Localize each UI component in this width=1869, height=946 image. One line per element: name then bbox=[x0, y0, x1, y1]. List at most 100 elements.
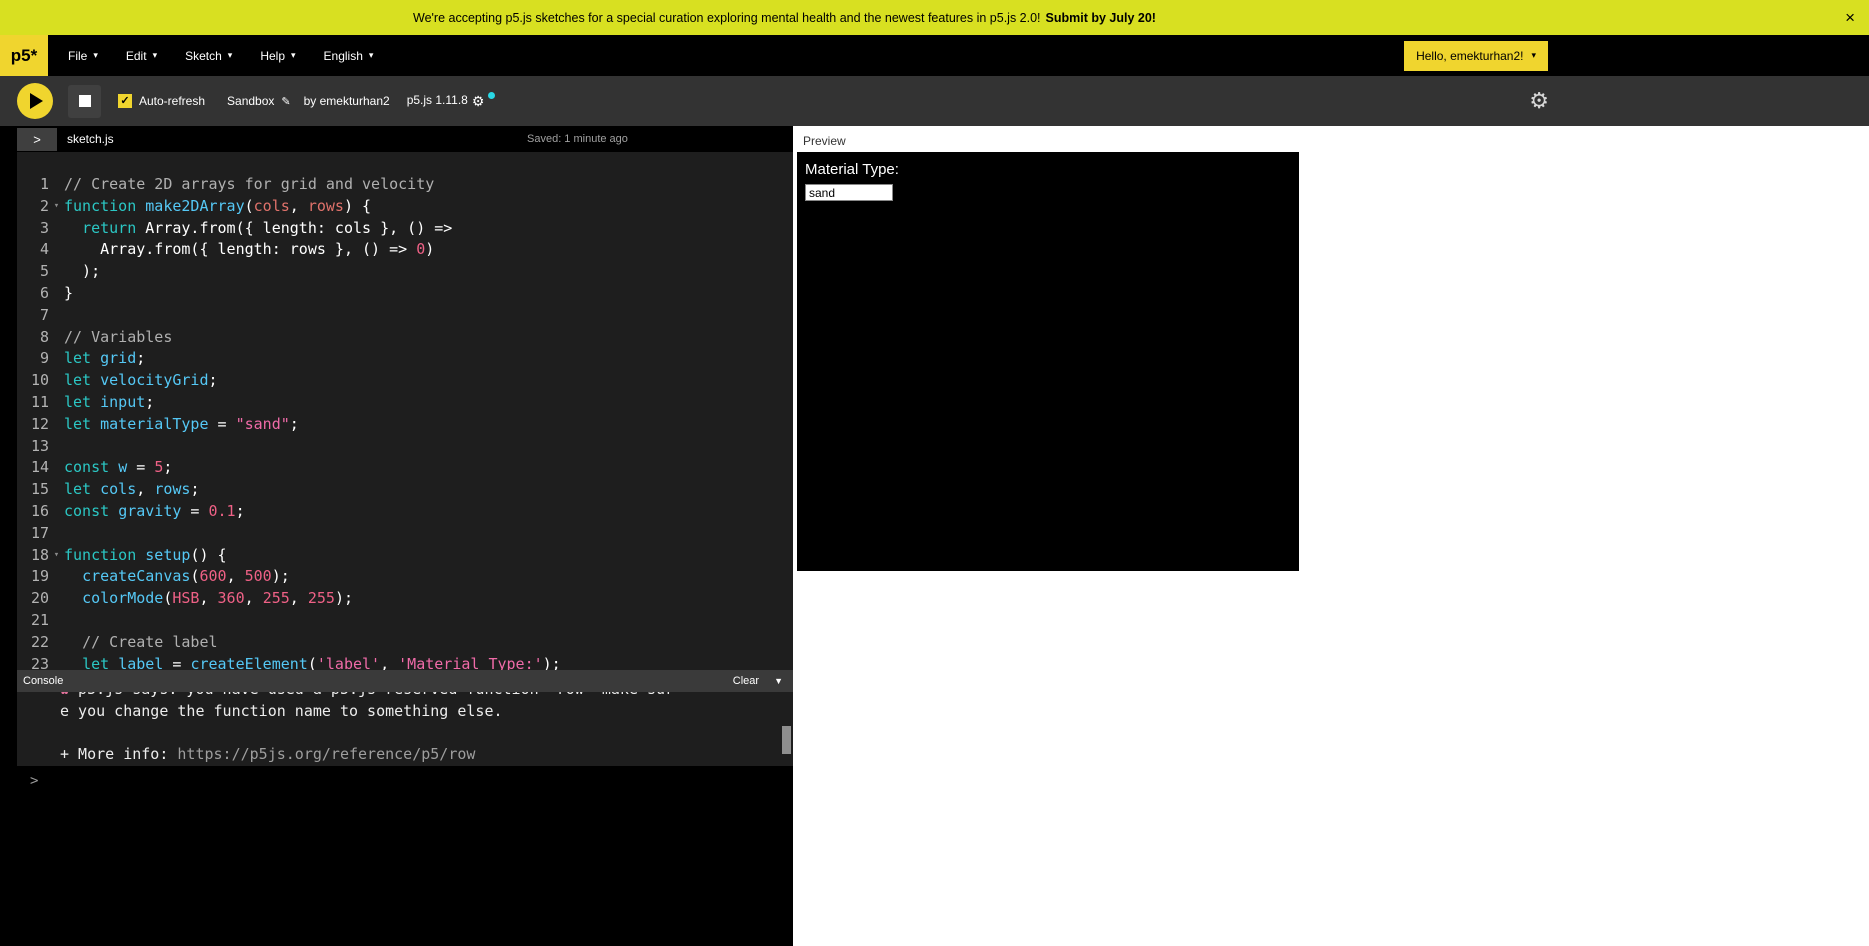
p5-version: p5.js 1.11.8 ⚙ bbox=[407, 93, 496, 110]
line-number: 1 bbox=[17, 174, 49, 196]
account-button[interactable]: Hello, emekturhan2! ▾ bbox=[1404, 41, 1548, 71]
code-line-5[interactable]: 5 ); bbox=[17, 261, 793, 283]
console-link[interactable]: https://p5js.org/reference/p5/row bbox=[177, 745, 475, 763]
code-line-14[interactable]: 14const w = 5; bbox=[17, 457, 793, 479]
fold-arrow-icon[interactable]: ▾ bbox=[49, 196, 64, 218]
console-scrollbar-thumb[interactable] bbox=[782, 726, 791, 754]
console-prompt[interactable]: > bbox=[17, 766, 793, 946]
code-text: // Create 2D arrays for grid and velocit… bbox=[64, 174, 434, 196]
fold-gutter bbox=[49, 610, 64, 632]
code-line-17[interactable]: 17 bbox=[17, 523, 793, 545]
account-button-label: Hello, emekturhan2! bbox=[1416, 49, 1523, 63]
fold-gutter bbox=[49, 174, 64, 196]
settings-gear-icon[interactable]: ⚙ bbox=[1529, 88, 1549, 114]
code-text: let grid; bbox=[64, 348, 145, 370]
menu-sketch[interactable]: Sketch▾ bbox=[171, 35, 246, 76]
menu-label: English bbox=[324, 49, 363, 63]
menu-label: File bbox=[68, 49, 87, 63]
fold-arrow-icon[interactable]: ▾ bbox=[49, 545, 64, 567]
play-icon bbox=[30, 93, 43, 109]
console-line: + More info: https://p5js.org/reference/… bbox=[60, 744, 793, 766]
code-editor[interactable]: 1 // Create 2D arrays for grid and veloci… bbox=[17, 152, 793, 670]
line-number: 15 bbox=[17, 479, 49, 501]
stop-button[interactable] bbox=[68, 85, 101, 118]
preview-pane: Preview Material Type: bbox=[793, 126, 1869, 946]
version-gear-icon[interactable]: ⚙ bbox=[472, 93, 485, 110]
code-line-10[interactable]: 10let velocityGrid; bbox=[17, 370, 793, 392]
console-collapse-icon[interactable]: ▼ bbox=[774, 676, 783, 686]
line-number: 6 bbox=[17, 283, 49, 305]
code-text: let materialType = "sand"; bbox=[64, 414, 299, 436]
close-icon[interactable]: × bbox=[1845, 8, 1855, 28]
line-number: 16 bbox=[17, 501, 49, 523]
console-clear-button[interactable]: Clear bbox=[733, 675, 759, 687]
line-number: 9 bbox=[17, 348, 49, 370]
fold-gutter bbox=[49, 392, 64, 414]
code-line-20[interactable]: 20 colorMode(HSB, 360, 255, 255); bbox=[17, 588, 793, 610]
code-text: Array.from({ length: rows }, () => 0) bbox=[64, 239, 434, 261]
fold-gutter bbox=[49, 305, 64, 327]
p5-logo[interactable]: p5* bbox=[0, 35, 48, 76]
code-text: } bbox=[64, 283, 73, 305]
code-line-22[interactable]: 22 // Create label bbox=[17, 632, 793, 654]
code-line-23[interactable]: 23 let label = createElement('label', 'M… bbox=[17, 654, 793, 670]
code-line-1[interactable]: 1 // Create 2D arrays for grid and veloci… bbox=[17, 174, 793, 196]
code-line-4[interactable]: 4 Array.from({ length: rows }, () => 0) bbox=[17, 239, 793, 261]
console-lines: ✿ p5.js says: you have used a p5.js rese… bbox=[60, 692, 793, 766]
chevron-down-icon: ▾ bbox=[93, 50, 98, 61]
material-type-input[interactable] bbox=[805, 184, 893, 201]
console-line bbox=[60, 723, 793, 745]
code-text: colorMode(HSB, 360, 255, 255); bbox=[64, 588, 353, 610]
menu-help[interactable]: Help▾ bbox=[246, 35, 309, 76]
checkbox-checked-icon[interactable]: ✓ bbox=[118, 94, 132, 108]
code-line-19[interactable]: 19 createCanvas(600, 500); bbox=[17, 566, 793, 588]
chevron-down-icon: ▾ bbox=[228, 50, 233, 61]
menu-english[interactable]: English▾ bbox=[310, 35, 388, 76]
fold-gutter bbox=[49, 218, 64, 240]
chevron-down-icon: ▾ bbox=[1531, 50, 1536, 61]
sketch-owner[interactable]: by emekturhan2 bbox=[304, 94, 390, 108]
promo-banner: We're accepting p5.js sketches for a spe… bbox=[0, 0, 1869, 35]
code-line-3[interactable]: 3 return Array.from({ length: cols }, ()… bbox=[17, 218, 793, 240]
fold-gutter bbox=[49, 654, 64, 670]
code-line-13[interactable]: 13 bbox=[17, 436, 793, 458]
promo-cta-link[interactable]: Submit by July 20! bbox=[1046, 11, 1156, 25]
menu-bar: p5* File▾Edit▾Sketch▾Help▾English▾ Hello… bbox=[0, 35, 1869, 76]
menu-file[interactable]: File ▾ bbox=[54, 35, 112, 76]
code-text: let cols, rows; bbox=[64, 479, 199, 501]
console-scrollbar[interactable] bbox=[782, 692, 791, 766]
code-line-12[interactable]: 12let materialType = "sand"; bbox=[17, 414, 793, 436]
fold-gutter bbox=[49, 632, 64, 654]
menu-edit[interactable]: Edit▾ bbox=[112, 35, 171, 76]
p5-version-label: p5.js 1.11.8 bbox=[407, 93, 468, 107]
code-line-21[interactable]: 21 bbox=[17, 610, 793, 632]
code-line-2[interactable]: 2▾function make2DArray(cols, rows) { bbox=[17, 196, 793, 218]
menu-label: Edit bbox=[126, 49, 147, 63]
tab-sketch-js[interactable]: sketch.js bbox=[67, 132, 114, 146]
edit-pencil-icon[interactable]: ✎ bbox=[281, 95, 290, 108]
code-line-15[interactable]: 15 let cols, rows; bbox=[17, 479, 793, 501]
code-line-18[interactable]: 18▾function setup() { bbox=[17, 545, 793, 567]
code-text: // Variables bbox=[64, 327, 172, 349]
saved-status: Saved: 1 minute ago bbox=[527, 133, 628, 145]
auto-refresh-toggle[interactable]: ✓ Auto-refresh bbox=[118, 94, 205, 108]
code-line-6[interactable]: 6} bbox=[17, 283, 793, 305]
code-line-7[interactable]: 7 bbox=[17, 305, 793, 327]
code-text: const w = 5; bbox=[64, 457, 172, 479]
line-number: 22 bbox=[17, 632, 49, 654]
prompt-icon: > bbox=[30, 773, 38, 789]
fold-gutter bbox=[49, 370, 64, 392]
code-line-16[interactable]: 16const gravity = 0.1; bbox=[17, 501, 793, 523]
code-line-11[interactable]: 11let input; bbox=[17, 392, 793, 414]
play-button[interactable] bbox=[17, 83, 53, 119]
line-number: 21 bbox=[17, 610, 49, 632]
console-output[interactable]: ✿ p5.js says: you have used a p5.js rese… bbox=[17, 692, 793, 766]
sidebar-expand-button[interactable]: > bbox=[17, 128, 57, 151]
code-line-9[interactable]: 9 let grid; bbox=[17, 348, 793, 370]
code-line-8[interactable]: 8// Variables bbox=[17, 327, 793, 349]
console-message-text: e you change the function name to someth… bbox=[60, 702, 503, 720]
fold-gutter bbox=[49, 327, 64, 349]
fold-gutter bbox=[49, 588, 64, 610]
p5-canvas[interactable]: Material Type: bbox=[797, 152, 1299, 571]
chevron-down-icon: ▾ bbox=[291, 50, 296, 61]
